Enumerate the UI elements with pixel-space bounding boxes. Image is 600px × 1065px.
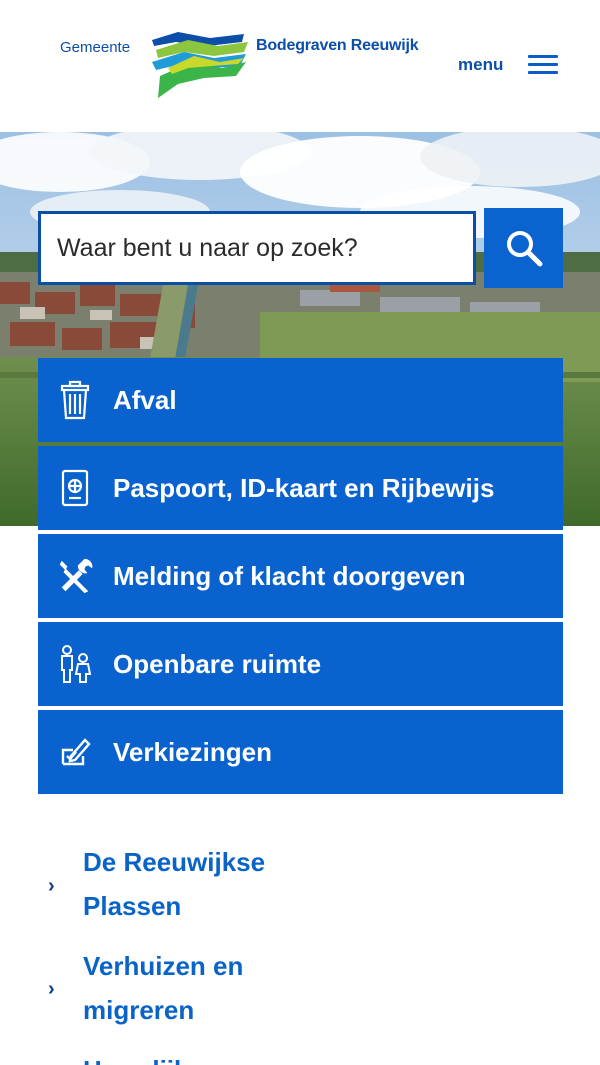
search-input[interactable] [38,211,476,285]
tile-label: Paspoort, ID-kaart en Rijbewijs [113,472,495,503]
tile-paspoort[interactable]: Paspoort, ID-kaart en Rijbewijs [38,446,563,530]
tile-melding[interactable]: Melding of klacht doorgeven [38,534,563,618]
menu-button[interactable]: menu [458,48,562,82]
tile-afval[interactable]: Afval [38,358,563,442]
link-text[interactable]: Verhuizen en migreren [83,944,323,1032]
trash-bin-icon [56,380,94,420]
hamburger-icon [528,55,558,75]
link-text[interactable]: Huwelijk [83,1048,323,1065]
link-text[interactable]: De Reeuwijkse Plassen [83,840,323,928]
tile-label: Verkiezingen [113,736,272,767]
menu-label: menu [458,55,504,74]
ballot-pencil-icon [56,733,94,771]
tile-verkiezingen[interactable]: Verkiezingen [38,710,563,794]
logo-name: Bodegraven Reeuwijk [256,37,419,54]
logo-mark-icon [152,32,248,98]
municipality-logo[interactable]: Gemeente Bodegraven Reeuwijk [60,28,440,104]
tile-openbare-ruimte[interactable]: Openbare ruimte [38,622,563,706]
tile-label: Melding of klacht doorgeven [113,560,466,591]
chevron-right-icon: › [48,978,55,1000]
chevron-right-icon: › [48,875,55,897]
site-header: Gemeente Bodegraven Reeuwijk menu [0,0,600,132]
tile-label: Afval [113,384,177,415]
people-icon [56,645,94,683]
tile-label: Openbare ruimte [113,648,322,679]
search-icon [506,231,542,267]
tools-icon [56,557,94,595]
search-button[interactable] [484,208,563,288]
passport-icon [56,469,94,507]
logo-prefix: Gemeente [60,39,131,56]
